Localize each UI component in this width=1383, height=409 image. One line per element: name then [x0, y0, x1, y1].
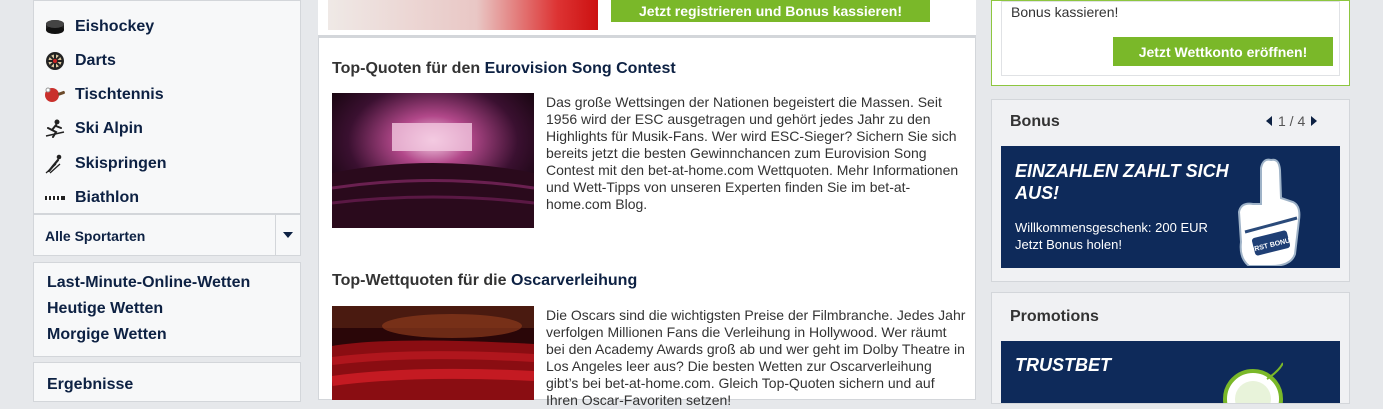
article-title-prefix: Top-Quoten für den: [332, 60, 485, 77]
article-title-highlight: Eurovision Song Contest: [484, 60, 676, 77]
trustbet-badge-icon: [1223, 361, 1284, 409]
quick-links: Last-Minute-Online-Wetten Heutige Wetten…: [33, 262, 301, 357]
page-scrollbar[interactable]: [1360, 0, 1383, 400]
dartboard-icon: [44, 50, 66, 72]
sport-item-label: Biathlon: [75, 189, 139, 206]
biathlon-rifle-icon: [44, 187, 66, 209]
sport-item-ski-alpin[interactable]: Ski Alpin: [44, 117, 143, 141]
sport-item-tischtennis[interactable]: Tischtennis: [44, 83, 164, 107]
bonus-banner-heading: EINZAHLEN ZAHLT SICH AUS!: [1015, 161, 1229, 203]
results-box: Ergebnisse: [33, 362, 301, 402]
sports-list: Eishockey Darts Tischtennis Ski Alpin Sk…: [33, 0, 301, 214]
article-title-prefix: Top-Wettquoten für die: [332, 272, 511, 289]
bonus-banner[interactable]: EINZAHLEN ZAHLT SICH AUS! Willkommensges…: [1001, 146, 1340, 268]
ice-hockey-puck-icon: [44, 16, 66, 38]
article-title-oscar[interactable]: Top-Wettquoten für die Oscarverleihung: [332, 272, 637, 290]
promotions-title: Promotions: [1010, 308, 1099, 325]
bonus-banner-line2: Jetzt Bonus holen!: [1015, 237, 1122, 252]
foam-finger-icon: FIRST BONUS: [1231, 154, 1311, 267]
ski-jumping-icon: [44, 153, 66, 175]
ski-alpine-icon: [44, 118, 66, 140]
results-link[interactable]: Ergebnisse: [47, 376, 133, 394]
open-account-inner: Bonus kassieren! Jetzt Wettkonto eröffne…: [1001, 1, 1340, 76]
article-title-highlight: Oscarverleihung: [510, 272, 638, 289]
table-tennis-paddle-icon: [44, 84, 66, 106]
article-title-esc[interactable]: Top-Quoten für den Eurovision Song Conte…: [332, 60, 676, 78]
arrow-left-icon[interactable]: [1266, 113, 1272, 129]
article-text-esc: Das große Wettsingen der Nationen begeis…: [546, 94, 959, 212]
promotions-banner-heading: TRUSTBET: [1015, 355, 1111, 375]
open-account-button[interactable]: Jetzt Wettkonto eröffnen!: [1113, 37, 1333, 66]
sport-item-label: Darts: [75, 52, 116, 69]
sport-item-label: Skispringen: [75, 155, 167, 172]
theatre-seats-image[interactable]: [331, 306, 535, 400]
bonus-title: Bonus: [1010, 113, 1060, 130]
sport-item-label: Ski Alpin: [75, 120, 143, 137]
sport-item-skispringen[interactable]: Skispringen: [44, 152, 167, 176]
promotions-box: Promotions TRUSTBET: [991, 292, 1350, 409]
link-morgige-wetten[interactable]: Morgige Wetten: [47, 326, 167, 344]
bonus-pager: 1 / 4: [1266, 113, 1318, 129]
sport-item-label: Eishockey: [75, 18, 155, 35]
sport-item-biathlon[interactable]: Biathlon: [44, 186, 139, 210]
sport-item-darts[interactable]: Darts: [44, 49, 116, 73]
esc-concert-image[interactable]: [331, 93, 535, 228]
register-bonus-button[interactable]: Jetzt registrieren und Bonus kassieren!: [611, 0, 930, 22]
promo-image: [328, 0, 598, 30]
open-account-box: Bonus kassieren! Jetzt Wettkonto eröffne…: [991, 0, 1350, 86]
promotions-banner[interactable]: TRUSTBET: [1001, 341, 1340, 409]
article-text-oscar: Die Oscars sind die wichtigsten Preise d…: [546, 307, 966, 408]
open-account-text: Bonus kassieren!: [1011, 4, 1119, 20]
sport-item-label: Tischtennis: [75, 86, 164, 103]
chevron-down-icon[interactable]: [275, 215, 300, 255]
link-last-minute[interactable]: Last-Minute-Online-Wetten: [47, 274, 250, 292]
arrow-right-icon[interactable]: [1311, 113, 1318, 129]
pager-label: 1 / 4: [1278, 113, 1306, 129]
sport-item-eishockey[interactable]: Eishockey: [44, 15, 154, 39]
bonus-box: Bonus 1 / 4 EINZAHLEN ZAHLT SICH AUS! Wi…: [991, 99, 1350, 282]
all-sports-select[interactable]: Alle Sportarten: [33, 214, 301, 256]
all-sports-label: Alle Sportarten: [45, 228, 146, 244]
link-heutige-wetten[interactable]: Heutige Wetten: [47, 300, 163, 318]
bonus-banner-line1: Willkommensgeschenk: 200 EUR: [1015, 220, 1208, 235]
